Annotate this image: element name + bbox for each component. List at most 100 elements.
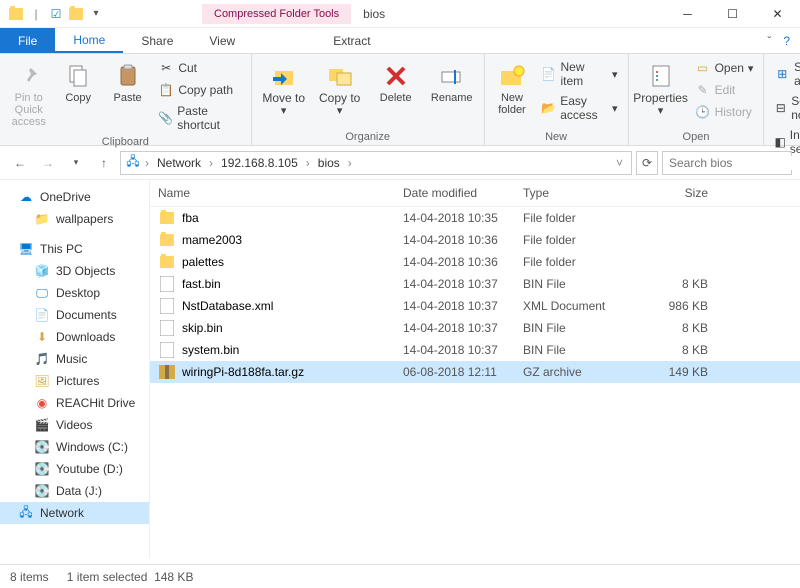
forward-button[interactable]: → — [36, 151, 60, 175]
move-to-button[interactable]: Move to ▾ — [258, 58, 310, 121]
select-none-button[interactable]: ⊟Select none — [770, 92, 800, 124]
file-rows[interactable]: fba14-04-2018 10:35File foldermame200314… — [150, 207, 800, 558]
column-headers[interactable]: Name Date modified Type Size — [150, 180, 800, 207]
tree-item[interactable]: 💽Windows (C:) — [0, 436, 149, 458]
paste-button[interactable]: Paste — [105, 58, 150, 108]
crumb-folder[interactable]: bios — [314, 154, 344, 172]
open-button[interactable]: ▭Open ▾ — [691, 58, 758, 78]
maximize-button[interactable]: ☐ — [710, 0, 755, 28]
tab-extract[interactable]: Extract — [313, 28, 390, 53]
search-input[interactable] — [669, 156, 800, 170]
status-bar: 8 items 1 item selected 148 KB — [0, 564, 800, 588]
file-name: wiringPi-8d188fa.tar.gz — [182, 365, 304, 379]
ribbon-group-new: New folder 📄New item ▾ 📂Easy access ▾ Ne… — [485, 54, 629, 145]
tab-home[interactable]: Home — [55, 28, 123, 53]
paste-shortcut-button[interactable]: 📎Paste shortcut — [154, 102, 244, 134]
file-row[interactable]: fba14-04-2018 10:35File folder — [150, 207, 800, 229]
col-name[interactable]: Name — [158, 186, 403, 200]
address-bar[interactable]: 🖧 › Network › 192.168.8.105 › bios › ˅ — [120, 151, 632, 175]
back-button[interactable]: ← — [8, 151, 32, 175]
tab-file[interactable]: File — [0, 28, 55, 53]
tab-share[interactable]: Share — [123, 28, 191, 53]
window-controls: ─ ☐ ✕ — [665, 0, 800, 28]
tree-item[interactable]: 📄Documents — [0, 304, 149, 326]
tree-item[interactable]: ⬇Downloads — [0, 326, 149, 348]
tab-view[interactable]: View — [191, 28, 253, 53]
tree-item[interactable]: 📁wallpapers — [0, 208, 149, 230]
tree-item-label: Network — [40, 506, 84, 520]
tree-item[interactable]: ☁OneDrive — [0, 186, 149, 208]
file-row[interactable]: palettes14-04-2018 10:36File folder — [150, 251, 800, 273]
file-row[interactable]: mame200314-04-2018 10:36File folder — [150, 229, 800, 251]
file-size: 986 KB — [638, 299, 708, 313]
select-all-button[interactable]: ⊞Select all — [770, 58, 800, 90]
copy-to-button[interactable]: Copy to ▾ — [314, 58, 366, 121]
quick-access-toolbar: | ☑ ▾ — [0, 6, 112, 22]
drive-icon: 💽 — [34, 461, 50, 477]
chevron-right-icon[interactable]: › — [346, 156, 354, 170]
crumb-host[interactable]: 192.168.8.105 — [217, 154, 302, 172]
ribbon-collapse-icon[interactable]: ˇ — [767, 34, 771, 48]
close-button[interactable]: ✕ — [755, 0, 800, 28]
properties-icon[interactable]: ☑ — [48, 6, 64, 22]
file-row[interactable]: wiringPi-8d188fa.tar.gz06-08-2018 12:11G… — [150, 361, 800, 383]
help-icon[interactable]: ? — [783, 34, 790, 48]
minimize-button[interactable]: ─ — [665, 0, 710, 28]
tree-item[interactable]: 🧊3D Objects — [0, 260, 149, 282]
tree-item[interactable]: 🎵Music — [0, 348, 149, 370]
properties-button[interactable]: Properties ▾ — [635, 58, 687, 121]
context-tab-label: Compressed Folder Tools — [202, 4, 351, 24]
search-box[interactable]: 🔍 — [662, 151, 792, 175]
file-name: mame2003 — [182, 233, 242, 247]
tree-item[interactable]: 🖵Desktop — [0, 282, 149, 304]
nav-tree[interactable]: ☁OneDrive📁wallpapers 🖥This PC🧊3D Objects🖵… — [0, 180, 150, 558]
col-size[interactable]: Size — [638, 186, 708, 200]
cube-icon: 🧊 — [34, 263, 50, 279]
invert-icon: ◧ — [774, 134, 785, 150]
chevron-right-icon[interactable]: › — [304, 156, 312, 170]
file-name: fast.bin — [182, 277, 221, 291]
pin-quick-access-button[interactable]: Pin to Quick access — [6, 58, 51, 132]
col-type[interactable]: Type — [523, 186, 638, 200]
tree-item[interactable]: 💽Data (J:) — [0, 480, 149, 502]
ribbon-tabs: File Home Share View Extract ˇ ? — [0, 28, 800, 54]
file-date: 14-04-2018 10:37 — [403, 299, 523, 313]
qat-folder-icon[interactable] — [68, 6, 84, 22]
file-row[interactable]: system.bin14-04-2018 10:37BIN File8 KB — [150, 339, 800, 361]
new-folder-icon — [498, 62, 526, 90]
chevron-right-icon[interactable]: › — [207, 156, 215, 170]
new-item-button[interactable]: 📄New item ▾ — [537, 58, 621, 90]
new-folder-button[interactable]: New folder — [491, 58, 534, 120]
select-none-icon: ⊟ — [774, 100, 787, 116]
up-button[interactable]: ↑ — [92, 151, 116, 175]
tree-item[interactable]: ◉REACHit Drive — [0, 392, 149, 414]
easy-access-button[interactable]: 📂Easy access ▾ — [537, 92, 621, 124]
chevron-right-icon[interactable]: › — [143, 156, 151, 170]
copy-path-button[interactable]: 📋Copy path — [154, 80, 244, 100]
refresh-button[interactable]: ⟳ — [636, 151, 658, 175]
tree-item[interactable]: 🖥This PC — [0, 238, 149, 260]
col-date[interactable]: Date modified — [403, 186, 523, 200]
tree-item-label: Documents — [56, 308, 117, 322]
recent-dropdown[interactable]: ▾ — [64, 151, 88, 175]
tree-item[interactable]: 🖼Pictures — [0, 370, 149, 392]
file-date: 14-04-2018 10:37 — [403, 321, 523, 335]
file-icon — [158, 298, 176, 314]
file-row[interactable]: fast.bin14-04-2018 10:37BIN File8 KB — [150, 273, 800, 295]
file-row[interactable]: NstDatabase.xml14-04-2018 10:37XML Docum… — [150, 295, 800, 317]
cut-button[interactable]: ✂Cut — [154, 58, 244, 78]
edit-button[interactable]: ✎Edit — [691, 80, 758, 100]
qat-dropdown-icon[interactable]: ▾ — [88, 6, 104, 22]
file-name: skip.bin — [182, 321, 223, 335]
history-button[interactable]: 🕒History — [691, 102, 758, 122]
delete-button[interactable]: Delete — [370, 58, 422, 108]
file-row[interactable]: skip.bin14-04-2018 10:37BIN File8 KB — [150, 317, 800, 339]
copy-button[interactable]: Copy — [55, 58, 100, 108]
tree-item[interactable]: 💽Youtube (D:) — [0, 458, 149, 480]
tree-item-label: OneDrive — [40, 190, 91, 204]
crumb-network[interactable]: Network — [153, 154, 205, 172]
tree-item[interactable]: 🖧Network — [0, 502, 149, 524]
rename-button[interactable]: Rename — [426, 58, 478, 108]
tree-item[interactable]: 🎬Videos — [0, 414, 149, 436]
address-dropdown-icon[interactable]: ˅ — [612, 156, 627, 170]
